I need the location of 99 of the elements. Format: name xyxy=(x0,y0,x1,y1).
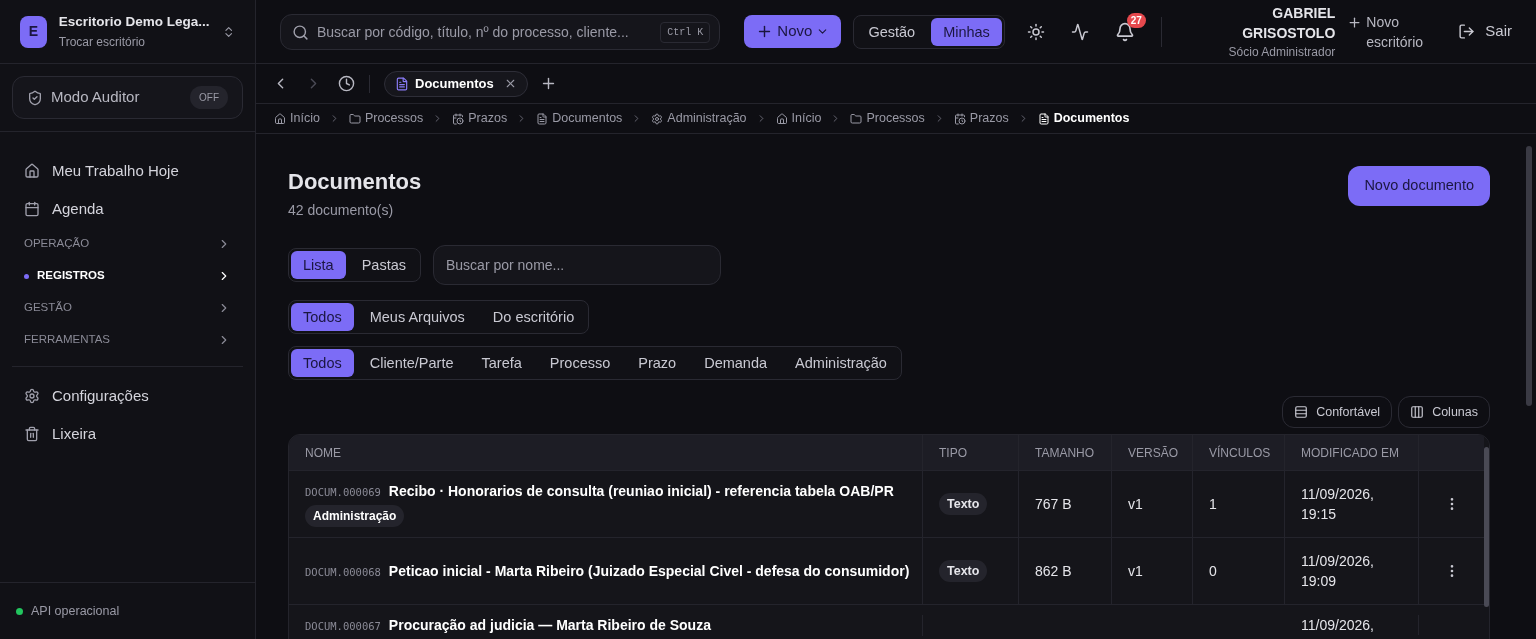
new-button[interactable]: Novo xyxy=(744,15,842,48)
breadcrumb-link[interactable]: Documentos xyxy=(1053,109,1130,128)
house-icon xyxy=(24,163,40,179)
column-header: VÍNCULOS xyxy=(1209,444,1271,462)
columns-icon xyxy=(1410,405,1425,419)
calendar-icon xyxy=(24,201,40,217)
trash-icon xyxy=(24,426,40,442)
folder-icon xyxy=(850,112,863,125)
document-icon xyxy=(536,112,549,125)
breadcrumb-link[interactable]: Início xyxy=(791,109,822,128)
logout-button[interactable]: Sair xyxy=(1458,20,1512,43)
type-tag: Texto xyxy=(939,492,988,516)
user-role: Sócio Administrador xyxy=(1228,43,1336,61)
owner-filter[interactable]: Meus Arquivos xyxy=(357,303,477,331)
scope-toggle[interactable]: Gestão xyxy=(856,17,928,46)
sidebar-link[interactable]: Meu Trabalho Hoje xyxy=(12,152,243,190)
new-office-button[interactable]: Novo escritório xyxy=(1347,11,1447,52)
view-toggle[interactable]: Lista xyxy=(291,251,346,279)
settings-icon xyxy=(651,112,664,125)
notification-badge: 27 xyxy=(1126,12,1146,28)
column-header: TIPO xyxy=(939,444,967,462)
document-code: DOCUM.000067 xyxy=(305,619,381,634)
document-count: 42 documento(s) xyxy=(288,201,395,220)
scope-toggle[interactable]: Minhas xyxy=(931,17,1002,46)
breadcrumb-link[interactable]: Início xyxy=(290,109,320,128)
calendar-clock-icon xyxy=(452,112,465,125)
settings-icon xyxy=(24,388,40,404)
auditor-mode-card[interactable]: Modo Auditor OFF xyxy=(12,76,243,119)
logout-icon xyxy=(1458,23,1476,40)
owner-filter[interactable]: Do escritório xyxy=(480,303,587,331)
calendar-clock-icon xyxy=(953,112,966,125)
category-filter[interactable]: Processo xyxy=(537,349,623,377)
auditor-toggle[interactable]: OFF xyxy=(190,86,228,109)
history-icon[interactable] xyxy=(338,75,355,92)
rows-icon xyxy=(1294,405,1309,419)
links-cell-text: 1 xyxy=(1209,494,1217,514)
sidebar-link[interactable]: Agenda xyxy=(12,190,243,228)
density-button[interactable]: Confortável xyxy=(1282,396,1393,428)
auditor-label: Modo Auditor xyxy=(51,87,141,108)
version-cell-text: v1 xyxy=(1128,561,1143,581)
folder-icon xyxy=(348,112,361,125)
org-switch-link[interactable]: Trocar escritório xyxy=(58,32,146,51)
sidebar-section[interactable]: REGISTROS xyxy=(12,260,243,292)
breadcrumb-link[interactable]: Processos xyxy=(866,109,925,128)
category-filter[interactable]: Demanda xyxy=(692,349,780,377)
modified-cell-text: 11/09/2026, 19:09 xyxy=(1301,552,1375,591)
size-cell-text: 767 B xyxy=(1035,494,1072,514)
shield-icon xyxy=(27,89,43,106)
columns-button[interactable]: Colunas xyxy=(1398,396,1490,428)
type-tag: Texto xyxy=(939,559,988,583)
user-name: GABRIEL GRISOSTOLO xyxy=(1241,3,1336,43)
sidebar-section[interactable]: GESTÃO xyxy=(12,292,243,324)
document-code: DOCUM.000069 xyxy=(305,485,381,500)
document-code: DOCUM.000068 xyxy=(305,564,381,580)
category-filter[interactable]: Todos xyxy=(291,349,354,377)
name-search-field[interactable]: Buscar por nome... xyxy=(433,245,721,285)
category-filter[interactable]: Administração xyxy=(783,349,899,377)
breadcrumb-link[interactable]: Prazos xyxy=(969,109,1009,128)
breadcrumb-link[interactable]: Processos xyxy=(364,109,424,128)
org-avatar: E xyxy=(20,15,47,48)
status-text: API operacional xyxy=(31,602,120,620)
house-icon xyxy=(274,112,286,125)
version-cell-text: v1 xyxy=(1128,494,1143,514)
document-name[interactable]: Peticao inicial - Marta Ribeiro (Juizado Especial Civel - defesa do consumidor) xyxy=(388,560,910,582)
breadcrumb-link[interactable]: Prazos xyxy=(468,109,508,128)
modified-cell-text: 11/09/2026, 19:15 xyxy=(1301,485,1375,524)
owner-filter[interactable]: Todos xyxy=(291,303,354,331)
sidebar-link[interactable]: Lixeira xyxy=(12,415,243,453)
category-filter[interactable]: Cliente/Parte xyxy=(357,349,466,377)
modified-cell-text: 11/09/2026, xyxy=(1301,616,1375,635)
breadcrumb-link[interactable]: Administração xyxy=(667,109,747,128)
breadcrumb-link[interactable]: Documentos xyxy=(552,109,623,128)
links-cell-text: 0 xyxy=(1209,561,1217,581)
org-name: Escritorio Demo Lega... xyxy=(58,13,210,32)
shortcut-hint: Ctrl K xyxy=(660,21,711,43)
sidebar-section[interactable]: FERRAMENTAS xyxy=(12,324,243,356)
sidebar-section[interactable]: OPERAÇÃO xyxy=(12,228,243,260)
category-filter[interactable]: Prazo xyxy=(626,349,689,377)
column-header: NOME xyxy=(305,444,341,462)
document-tab[interactable]: Documentos xyxy=(384,70,528,97)
plus-icon xyxy=(1347,14,1363,30)
activity-icon[interactable] xyxy=(1070,22,1089,41)
view-toggle[interactable]: Pastas xyxy=(349,251,418,279)
document-name[interactable]: Procuração ad judicia — Marta Ribeiro de Souza xyxy=(388,615,711,636)
sidebar-link[interactable]: Configurações xyxy=(12,377,243,415)
column-header: MODIFICADO EM xyxy=(1301,444,1399,462)
column-header: TAMANHO xyxy=(1035,444,1095,462)
document-name[interactable]: Recibo · Honorarios de consulta (reuniao inicial) - referencia tabela OAB/PR xyxy=(388,481,894,502)
house-icon xyxy=(775,112,788,125)
category-tag: Administração xyxy=(305,505,405,527)
search-icon xyxy=(292,23,309,41)
column-header: VERSÃO xyxy=(1128,444,1178,462)
page-title: Documentos xyxy=(288,168,422,196)
document-icon xyxy=(1037,112,1050,125)
sun-icon[interactable] xyxy=(1026,22,1045,41)
size-cell-text: 862 B xyxy=(1035,561,1072,581)
document-icon xyxy=(395,76,409,91)
category-filter[interactable]: Tarefa xyxy=(469,349,534,377)
new-document-button[interactable]: Novo documento xyxy=(1348,166,1490,206)
